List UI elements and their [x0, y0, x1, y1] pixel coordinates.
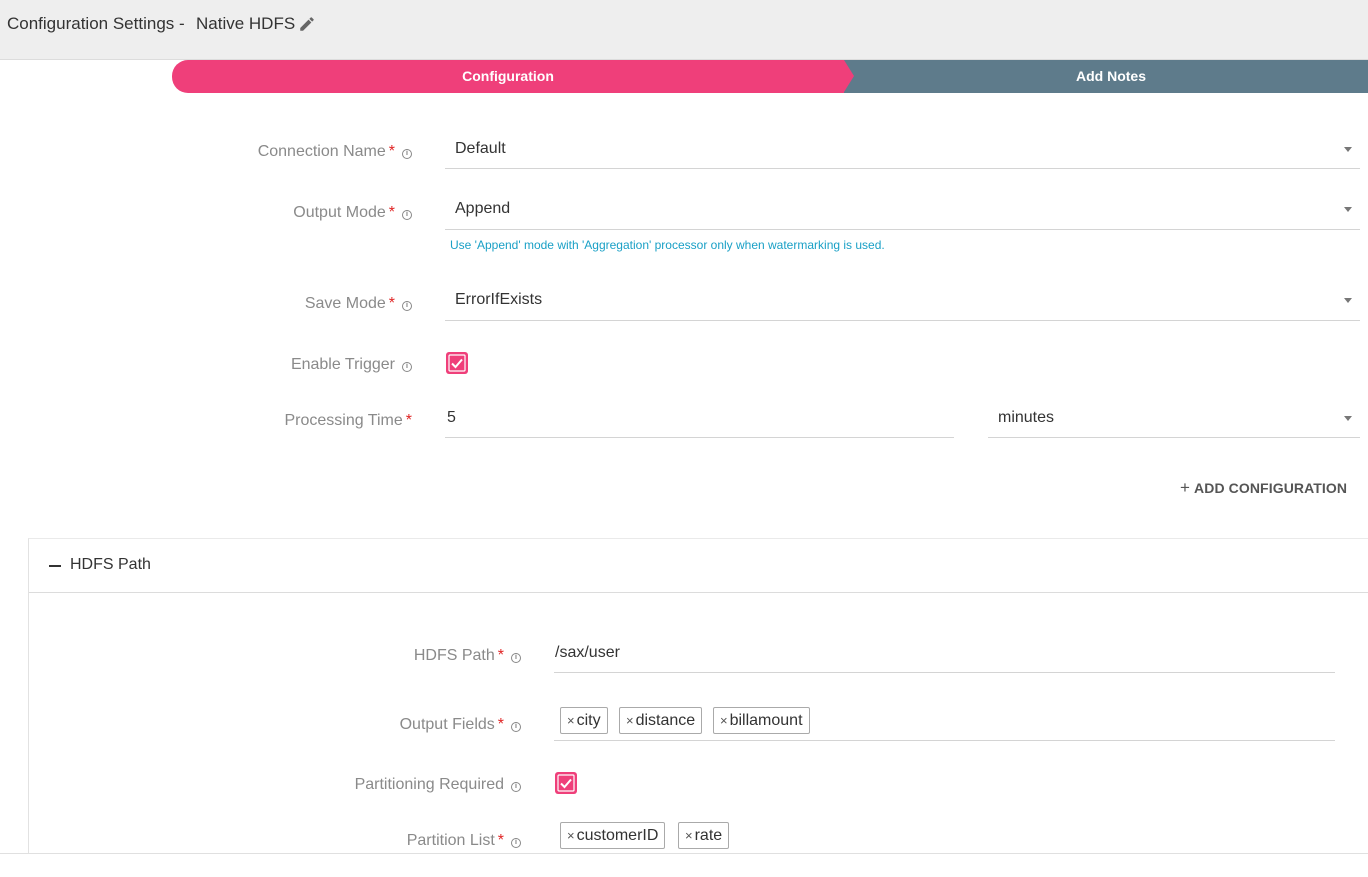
connection-name-select[interactable]: Default	[445, 140, 1360, 169]
info-icon: i	[511, 722, 521, 732]
stepper: Add Notes Configuration	[172, 60, 1368, 93]
partition-list-label: Partition List * i	[407, 832, 521, 850]
step-configuration-label: Configuration	[462, 68, 554, 84]
output-mode-select[interactable]: Append	[445, 200, 1360, 230]
output-fields-label: Output Fields * i	[400, 716, 521, 734]
check-icon	[557, 774, 575, 792]
add-configuration-button[interactable]: + ADD CONFIGURATION	[1180, 478, 1347, 498]
pencil-icon[interactable]	[298, 15, 316, 33]
info-icon: i	[511, 782, 521, 792]
save-mode-select[interactable]: ErrorIfExists	[445, 291, 1360, 321]
tag-customerid: × customerID	[560, 822, 666, 849]
plus-icon: +	[1180, 478, 1191, 497]
hdfs-path-panel-header[interactable]: HDFS Path	[29, 539, 1368, 593]
check-icon	[448, 354, 466, 372]
hdfs-path-panel: HDFS Path	[28, 538, 1368, 854]
bottom-divider	[0, 853, 1368, 854]
output-mode-hint: Use 'Append' mode with 'Aggregation' pro…	[450, 238, 885, 252]
chevron-down-icon	[1344, 207, 1352, 212]
chevron-down-icon	[1344, 147, 1352, 152]
enable-trigger-label: Enable Trigger i	[291, 356, 412, 374]
processing-time-label: Processing Time *	[284, 412, 413, 429]
remove-icon[interactable]: ×	[626, 713, 634, 728]
hdfs-path-panel-title: HDFS Path	[70, 556, 151, 573]
remove-icon[interactable]: ×	[720, 713, 728, 728]
remove-icon[interactable]: ×	[567, 828, 575, 843]
page-title: Configuration Settings -	[7, 14, 185, 33]
top-bar: Configuration Settings - Native HDFS	[0, 0, 1368, 60]
partitioning-required-checkbox[interactable]	[555, 772, 577, 794]
output-mode-label: Output Mode * i	[293, 204, 412, 222]
collapse-icon[interactable]	[49, 565, 61, 567]
info-icon: i	[402, 210, 412, 220]
tag-city: × city	[560, 707, 608, 734]
info-icon: i	[511, 653, 521, 663]
enable-trigger-checkbox[interactable]	[446, 352, 468, 374]
processing-time-unit-select[interactable]: minutes	[988, 409, 1360, 438]
tag-rate: × rate	[678, 822, 730, 849]
info-icon: i	[402, 149, 412, 159]
chevron-down-icon	[1344, 298, 1352, 303]
chevron-down-icon	[1344, 416, 1352, 421]
connection-name-label: Connection Name * i	[258, 143, 412, 161]
step-arrow	[844, 60, 854, 92]
remove-icon[interactable]: ×	[685, 828, 693, 843]
hdfs-path-label: HDFS Path * i	[414, 647, 521, 665]
step-add-notes-label: Add Notes	[1076, 68, 1146, 84]
info-icon: i	[511, 838, 521, 848]
info-icon: i	[402, 362, 412, 372]
tag-billamount: × billamount	[713, 707, 810, 734]
info-icon: i	[402, 301, 412, 311]
step-configuration[interactable]: Configuration	[172, 60, 844, 93]
component-name: Native HDFS	[196, 14, 296, 33]
processing-time-input[interactable]: 5	[445, 409, 954, 438]
remove-icon[interactable]: ×	[567, 713, 575, 728]
save-mode-label: Save Mode * i	[305, 295, 412, 313]
tag-distance: × distance	[619, 707, 703, 734]
hdfs-path-input[interactable]: /sax/user	[554, 644, 1335, 673]
partitioning-required-label: Partitioning Required i	[355, 776, 521, 794]
step-add-notes[interactable]: Add Notes	[834, 60, 1368, 93]
